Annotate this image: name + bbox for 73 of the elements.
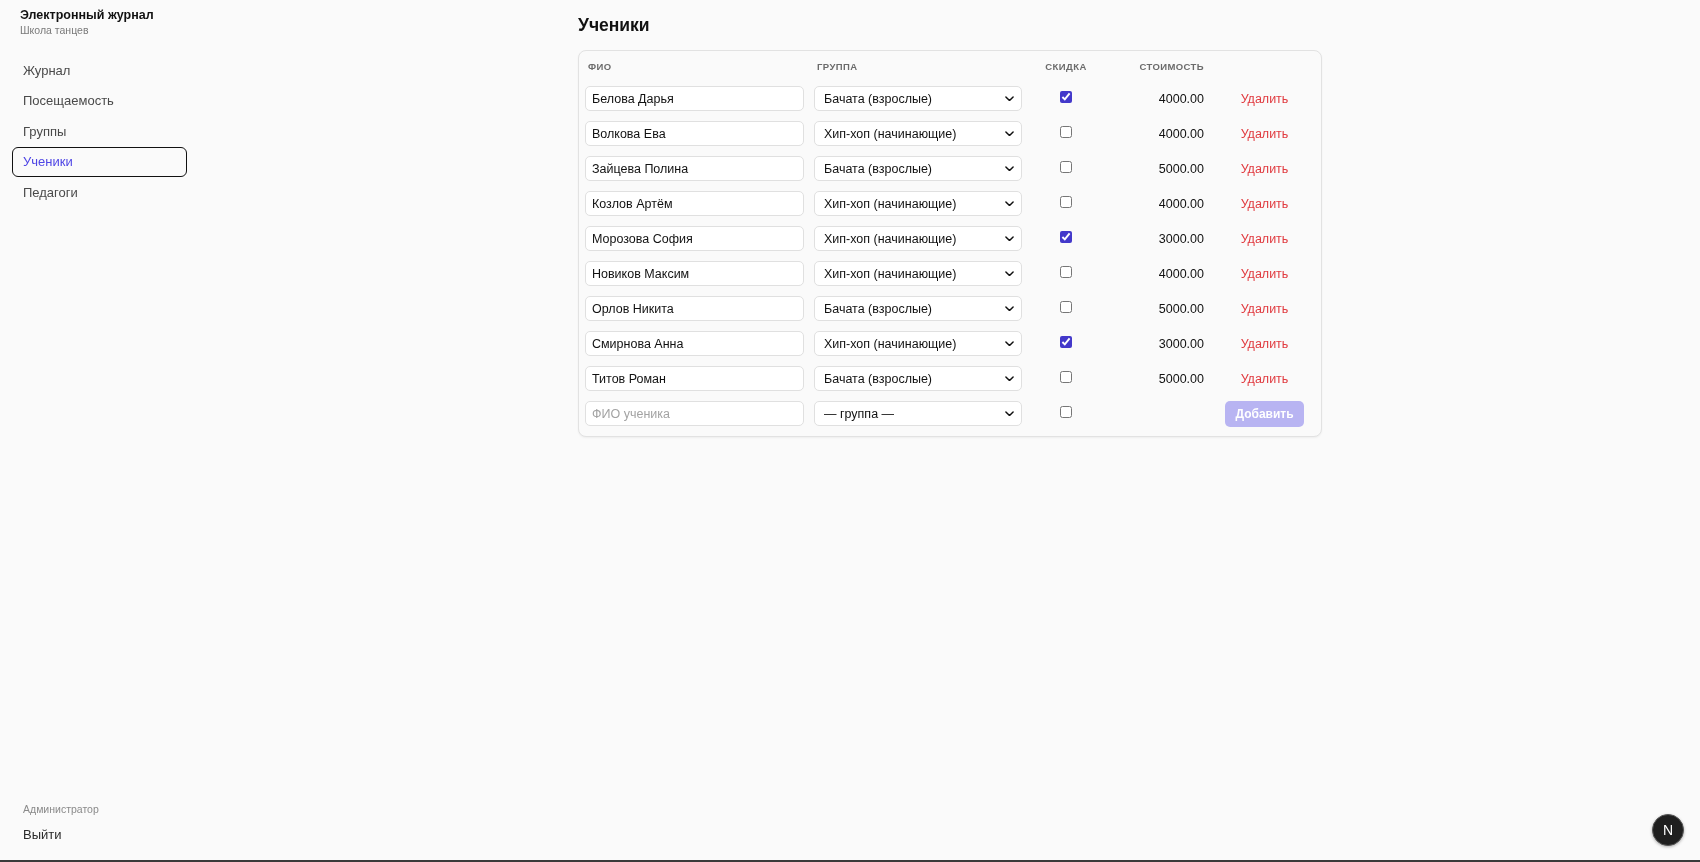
delete-link[interactable]: Удалить <box>1240 196 1289 211</box>
group-select[interactable]: Бачата (взрослые) <box>814 86 1022 111</box>
delete-link[interactable]: Удалить <box>1240 336 1289 351</box>
name-field[interactable]: Морозова София <box>585 226 804 251</box>
delete-link[interactable]: Удалить <box>1240 161 1289 176</box>
chevron-down-icon <box>1005 130 1014 137</box>
group-select[interactable]: Хип-хоп (начинающие) <box>814 261 1022 286</box>
price-text: 4000.00 <box>1158 266 1204 281</box>
app-subtitle: Школа танцев <box>20 23 90 37</box>
chevron-down-icon <box>1005 375 1014 382</box>
column-header: ФИО <box>588 60 612 72</box>
dev-tools-button[interactable]: N <box>1652 814 1684 846</box>
chevron-down-icon <box>1005 305 1014 312</box>
page-title: Ученики <box>578 14 650 37</box>
price-text: 3000.00 <box>1158 336 1204 351</box>
name-field[interactable]: Зайцева Полина <box>585 156 804 181</box>
chevron-down-icon <box>1005 95 1014 102</box>
price-text: 3000.00 <box>1158 231 1204 246</box>
column-header: СТОИМОСТЬ <box>1139 60 1204 72</box>
price-text: 5000.00 <box>1158 161 1204 176</box>
delete-link[interactable]: Удалить <box>1240 231 1289 246</box>
column-header: ГРУППА <box>817 60 858 72</box>
discount-checkbox[interactable] <box>1060 230 1072 243</box>
delete-link[interactable]: Удалить <box>1240 266 1289 281</box>
nav-item[interactable]: Посещаемость <box>12 85 187 116</box>
discount-checkbox[interactable] <box>1060 300 1072 313</box>
discount-checkbox[interactable] <box>1060 265 1072 278</box>
group-select[interactable]: Хип-хоп (начинающие) <box>814 226 1022 251</box>
delete-link[interactable]: Удалить <box>1240 301 1289 316</box>
group-select[interactable]: Хип-хоп (начинающие) <box>814 191 1022 216</box>
group-select[interactable]: Бачата (взрослые) <box>814 366 1022 391</box>
name-field[interactable]: Волкова Ева <box>585 121 804 146</box>
price-text: 4000.00 <box>1158 196 1204 211</box>
nav-item[interactable]: Группы <box>12 116 187 147</box>
nav-item[interactable]: Педагоги <box>12 177 187 208</box>
chevron-down-icon <box>1005 165 1014 172</box>
app-title: Электронный журнал <box>20 7 154 23</box>
price-text: 5000.00 <box>1158 301 1204 316</box>
discount-checkbox[interactable] <box>1060 160 1072 173</box>
group-select[interactable]: — группа — <box>814 401 1022 426</box>
name-field[interactable]: Титов Роман <box>585 366 804 391</box>
column-header: СКИДКА <box>1045 60 1087 72</box>
price-text: 5000.00 <box>1158 371 1204 386</box>
discount-checkbox[interactable] <box>1060 405 1072 418</box>
name-field[interactable]: Смирнова Анна <box>585 331 804 356</box>
nav-item[interactable]: Ученики <box>12 146 187 177</box>
chevron-down-icon <box>1005 235 1014 242</box>
name-field[interactable]: Козлов Артём <box>585 191 804 216</box>
user-role: Администратор <box>22 801 99 816</box>
discount-checkbox[interactable] <box>1060 335 1072 348</box>
delete-link[interactable]: Удалить <box>1240 371 1289 386</box>
discount-checkbox[interactable] <box>1060 370 1072 383</box>
group-select[interactable]: Хип-хоп (начинающие) <box>814 331 1022 356</box>
group-select[interactable]: Бачата (взрослые) <box>814 156 1022 181</box>
chevron-down-icon <box>1005 270 1014 277</box>
discount-checkbox[interactable] <box>1060 90 1072 103</box>
price-text: 4000.00 <box>1158 91 1204 106</box>
discount-checkbox[interactable] <box>1060 125 1072 138</box>
logout-link[interactable]: Выйти <box>12 818 73 850</box>
name-field[interactable]: Белова Дарья <box>585 86 804 111</box>
group-select[interactable]: Бачата (взрослые) <box>814 296 1022 321</box>
price-text: 4000.00 <box>1158 126 1204 141</box>
name-field[interactable]: Орлов Никита <box>585 296 804 321</box>
name-field[interactable]: ФИО ученика <box>585 401 804 426</box>
chevron-down-icon <box>1005 410 1014 417</box>
discount-checkbox[interactable] <box>1060 195 1072 208</box>
delete-link[interactable]: Удалить <box>1240 126 1289 141</box>
delete-link[interactable]: Удалить <box>1240 91 1289 106</box>
group-select[interactable]: Хип-хоп (начинающие) <box>814 121 1022 146</box>
chevron-down-icon <box>1005 200 1014 207</box>
name-field[interactable]: Новиков Максим <box>585 261 804 286</box>
chevron-down-icon <box>1005 340 1014 347</box>
nav-item[interactable]: Журнал <box>12 55 187 86</box>
